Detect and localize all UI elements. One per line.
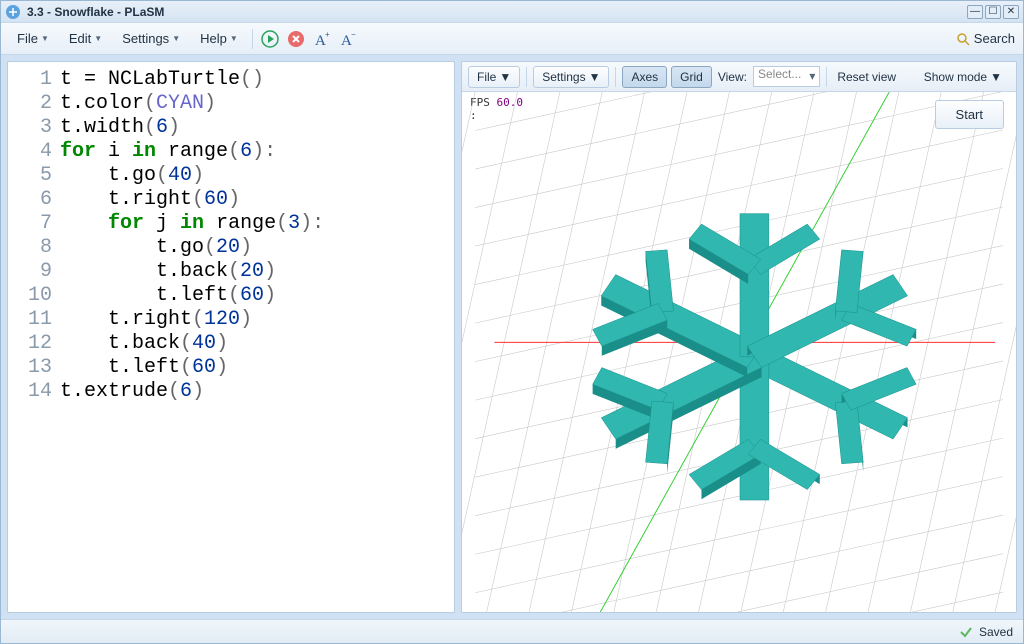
line-gutter: 1234567891011121314 xyxy=(8,68,60,404)
search-button[interactable]: Search xyxy=(956,31,1015,46)
svg-text:−: − xyxy=(351,30,356,39)
menu-settings[interactable]: Settings▼ xyxy=(114,27,188,50)
content-area: 1234567891011121314 t = NCLabTurtle() t.… xyxy=(1,55,1023,619)
titlebar: 3.3 - Snowflake - PLaSM — ☐ ✕ xyxy=(1,1,1023,23)
scene-svg xyxy=(462,92,1016,612)
show-mode-menu[interactable]: Show mode▼ xyxy=(916,67,1010,87)
menubar: File▼ Edit▼ Settings▼ Help▼ A+ A− Search xyxy=(1,23,1023,55)
saved-icon xyxy=(959,625,973,639)
grid-toggle[interactable]: Grid xyxy=(671,66,712,88)
svg-text:+: + xyxy=(325,30,330,39)
view-label: View: xyxy=(718,70,747,84)
viewer-file-menu[interactable]: File▼ xyxy=(468,66,520,88)
axes-toggle[interactable]: Axes xyxy=(622,66,667,88)
menu-edit[interactable]: Edit▼ xyxy=(61,27,110,50)
font-decrease-button[interactable]: A− xyxy=(337,28,359,50)
window-controls: — ☐ ✕ xyxy=(967,5,1019,19)
run-button[interactable] xyxy=(259,28,281,50)
start-button[interactable]: Start xyxy=(935,100,1004,129)
separator xyxy=(252,29,253,49)
app-window: 3.3 - Snowflake - PLaSM — ☐ ✕ File▼ Edit… xyxy=(0,0,1024,644)
maximize-button[interactable]: ☐ xyxy=(985,5,1001,19)
code-editor[interactable]: 1234567891011121314 t = NCLabTurtle() t.… xyxy=(7,61,455,613)
statusbar: Saved xyxy=(1,619,1023,643)
view-select[interactable]: Select... xyxy=(753,66,820,87)
app-icon xyxy=(5,4,21,20)
code-lines[interactable]: t = NCLabTurtle() t.color(CYAN) t.width(… xyxy=(60,68,454,404)
menu-help[interactable]: Help▼ xyxy=(192,27,246,50)
reset-view-button[interactable]: Reset view xyxy=(833,70,900,84)
snowflake-model xyxy=(593,214,917,510)
font-increase-button[interactable]: A+ xyxy=(311,28,333,50)
menu-file[interactable]: File▼ xyxy=(9,27,57,50)
viewer-pane: File▼ Settings▼ Axes Grid View: Select..… xyxy=(461,61,1017,613)
search-icon xyxy=(956,32,970,46)
viewer-toolbar: File▼ Settings▼ Axes Grid View: Select..… xyxy=(462,62,1016,92)
saved-label: Saved xyxy=(979,625,1013,639)
minimize-button[interactable]: — xyxy=(967,5,983,19)
stop-button[interactable] xyxy=(285,28,307,50)
viewer-settings-menu[interactable]: Settings▼ xyxy=(533,66,609,88)
window-title: 3.3 - Snowflake - PLaSM xyxy=(27,5,967,19)
close-button[interactable]: ✕ xyxy=(1003,5,1019,19)
viewer-canvas[interactable]: FPS 60.0: Start xyxy=(462,92,1016,612)
